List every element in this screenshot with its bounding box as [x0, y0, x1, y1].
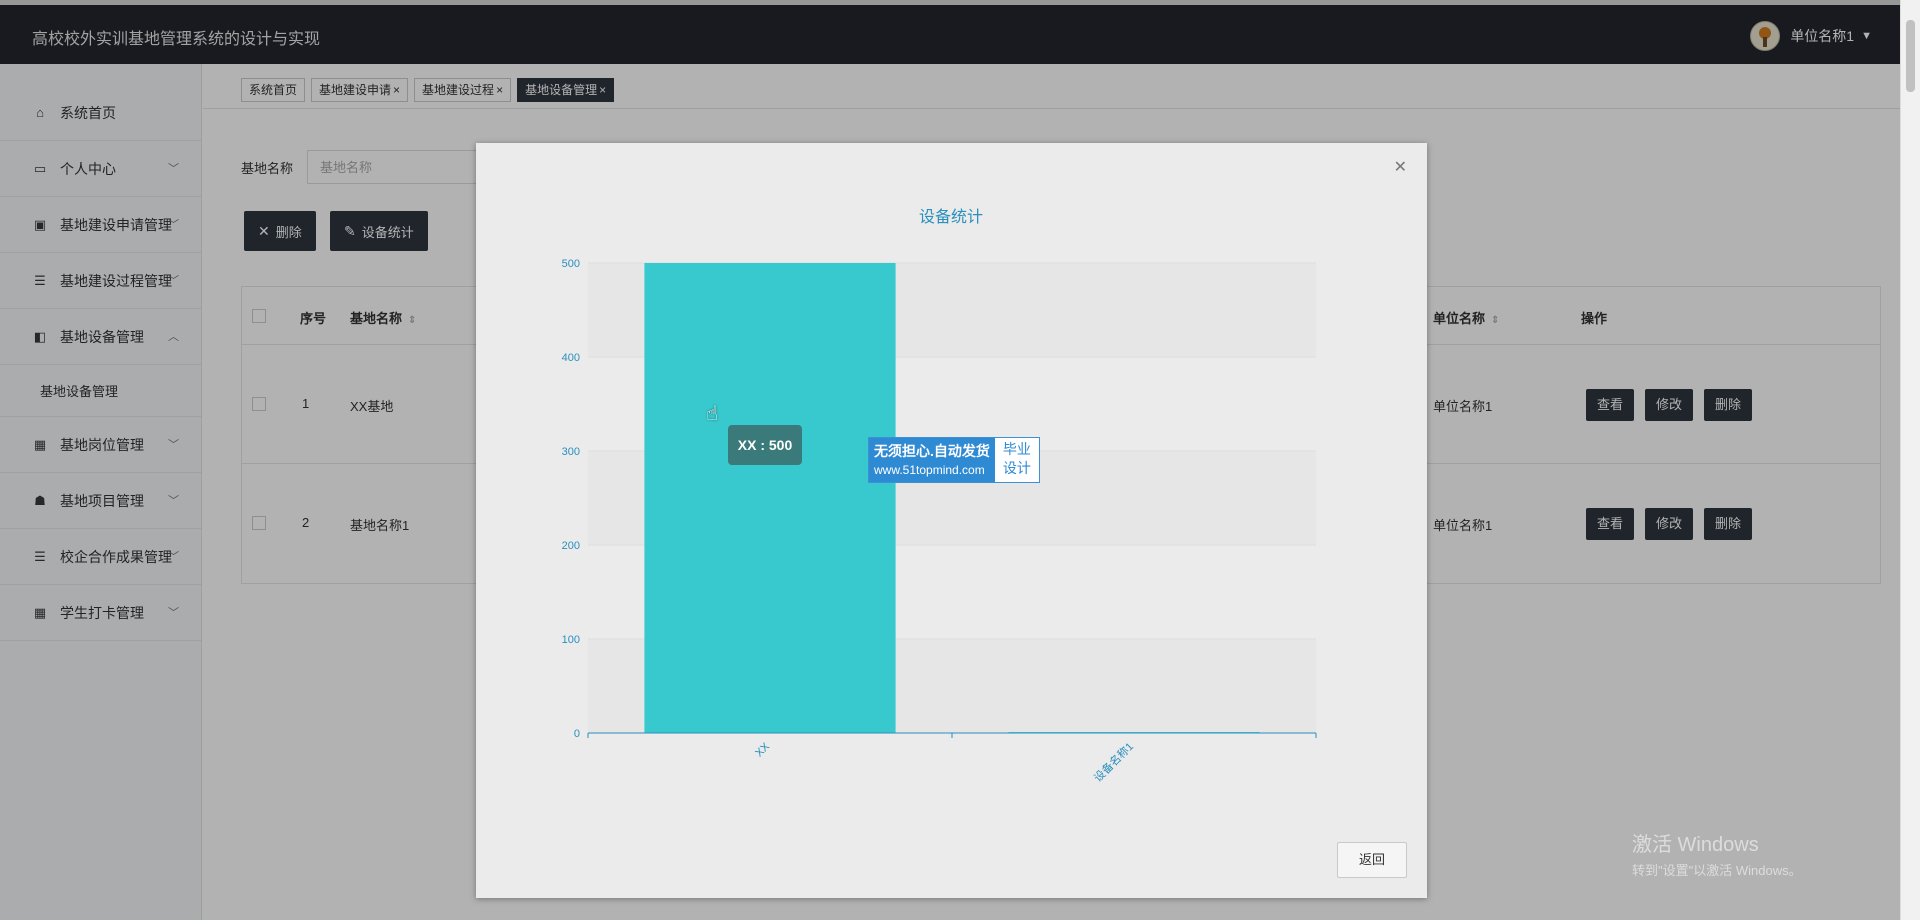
ad-badge: 无须担心.自动发货 www.51topmind.com 毕业 设计: [868, 437, 1040, 483]
chart-title: 设备统计: [919, 208, 983, 226]
watermark-line1: 激活 Windows: [1632, 834, 1759, 856]
windows-activation-watermark: 激活 Windows 转到"设置"以激活 Windows。: [1632, 828, 1802, 879]
ad-left: 无须担心.自动发货 www.51topmind.com: [869, 438, 995, 482]
hand-cursor-icon: ☝: [706, 403, 719, 425]
page-scrollbar[interactable]: [1900, 0, 1920, 920]
x-tick-label: XX: [753, 740, 772, 759]
ad-right: 毕业 设计: [994, 438, 1039, 482]
y-tick-label: 200: [562, 540, 580, 552]
y-tick-label: 300: [562, 446, 580, 458]
bar-chart: 设备统计 0 100 200 300 400 500 XX 设备名称1: [562, 208, 1317, 785]
y-tick-label: 100: [562, 634, 580, 646]
stats-modal: ✕ 设备统计 0 100 200 300 400 500 XX 设备名称1 ☝ XX : 500…: [476, 143, 1427, 898]
chart-bar: [644, 263, 896, 733]
ad-right-line2: 设计: [1002, 460, 1031, 476]
ad-line2: www.51topmind.com: [874, 463, 985, 477]
watermark-line2: 转到"设置"以激活 Windows。: [1632, 863, 1802, 878]
x-tick-label: 设备名称1: [1091, 739, 1136, 784]
y-tick-label: 500: [562, 258, 580, 270]
scrollbar-thumb[interactable]: [1906, 20, 1915, 92]
ad-line1: 无须担心.自动发货: [874, 443, 990, 459]
y-tick-label: 400: [562, 352, 580, 364]
ad-right-line1: 毕业: [1002, 441, 1031, 457]
y-tick-label: 0: [574, 728, 580, 740]
chart-tooltip: XX : 500: [728, 425, 802, 465]
return-button[interactable]: 返回: [1337, 842, 1407, 878]
